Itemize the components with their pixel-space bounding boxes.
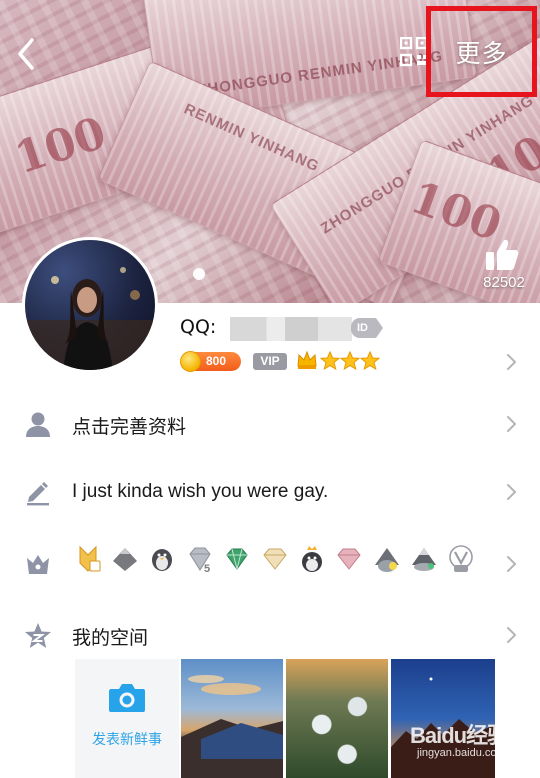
gold-medal-icon	[79, 545, 101, 572]
qq-number-label: QQ:	[180, 316, 217, 338]
mountain-gem-icon	[412, 548, 436, 571]
qr-code-button[interactable]	[399, 36, 429, 67]
penguin-crown-icon	[302, 546, 322, 572]
complete-profile-label: 点击完善资料	[72, 416, 187, 438]
space-photo-thumbnail[interactable]	[181, 659, 283, 778]
vip-badge[interactable]: VIP	[253, 353, 287, 370]
coin-badge[interactable]: 800	[180, 351, 241, 372]
more-button[interactable]: 更多	[426, 6, 537, 97]
qr-code-icon	[399, 36, 429, 67]
thumbs-up-icon	[486, 239, 519, 270]
space-photo-thumbnail[interactable]	[286, 659, 388, 778]
diamond-5-icon: 5	[189, 547, 211, 573]
baidu-watermark: Baidu经验	[410, 723, 509, 748]
svg-text:5: 5	[204, 563, 210, 573]
chevron-right-icon[interactable]	[505, 625, 517, 645]
cover-page-indicator	[193, 268, 205, 280]
id-badge[interactable]: ID	[351, 318, 383, 338]
coin-icon	[180, 351, 201, 372]
baidu-watermark-url: jingyan.baidu.com	[417, 747, 506, 759]
pink-diamond-icon	[337, 548, 361, 570]
chevron-left-icon	[18, 38, 34, 70]
like-button[interactable]	[484, 238, 520, 272]
back-button[interactable]	[10, 34, 46, 74]
rooftop-sunset-photo	[181, 675, 283, 778]
qzone-star-icon	[25, 623, 51, 648]
publish-post-button[interactable]: 发表新鲜事	[75, 659, 179, 778]
mountain-penguin-icon	[375, 548, 399, 572]
star-icon	[360, 351, 380, 371]
chevron-right-icon[interactable]	[505, 482, 517, 502]
avatar-photo	[25, 267, 155, 370]
penguin-badge-icon	[152, 549, 172, 571]
signature-text: I just kinda wish you were gay.	[72, 481, 329, 502]
vip-badge-icon	[449, 545, 473, 572]
mountain-badge-icon	[113, 548, 137, 571]
qq-number-masked	[230, 317, 352, 341]
chevron-right-icon[interactable]	[505, 414, 517, 434]
coin-value: 800	[206, 354, 227, 368]
green-diamond-icon	[226, 548, 248, 570]
chevron-right-icon[interactable]	[505, 554, 517, 574]
like-count: 82502	[483, 274, 525, 291]
person-icon	[26, 412, 50, 437]
avatar[interactable]	[22, 237, 158, 373]
pencil-icon	[27, 482, 49, 506]
my-space-label: 我的空间	[72, 627, 149, 649]
star-icon	[320, 351, 340, 371]
camera-icon	[109, 684, 145, 712]
chevron-right-icon[interactable]	[505, 352, 517, 372]
cream-diamond-icon	[263, 548, 287, 570]
crown-outline-icon	[27, 555, 49, 574]
star-icon	[340, 351, 360, 371]
crown-icon	[297, 350, 317, 369]
publish-post-label: 发表新鲜事	[92, 732, 162, 748]
